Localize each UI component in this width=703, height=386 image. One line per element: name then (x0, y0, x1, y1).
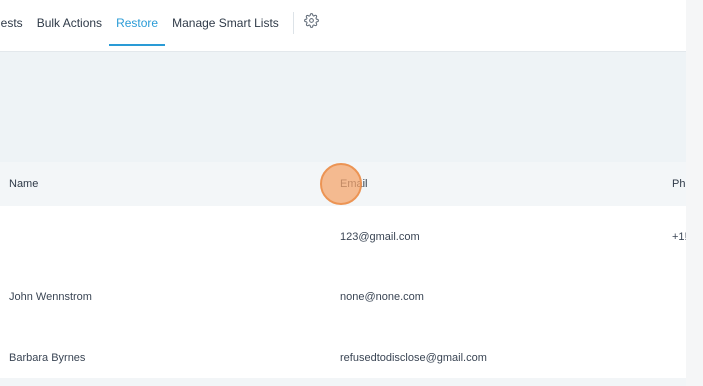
click-highlight (320, 163, 362, 205)
cell-email: refusedtodisclose@gmail.com (340, 352, 487, 364)
tab-restore[interactable]: Restore (109, 0, 166, 46)
tab-divider (292, 11, 294, 34)
table-row[interactable]: 123@gmail.com +1! (0, 206, 688, 267)
cell-name: John Wennstrom (9, 291, 92, 303)
app-window: uests Bulk Actions Restore Manage Smart … (0, 0, 688, 386)
top-tab-bar: uests Bulk Actions Restore Manage Smart … (0, 0, 686, 52)
cell-email: none@none.com (340, 291, 424, 303)
tab-requests[interactable]: uests (0, 0, 30, 46)
tab-manage-smart-lists[interactable]: Manage Smart Lists (165, 0, 286, 46)
gear-icon (303, 13, 319, 33)
column-header-name[interactable]: Name (9, 162, 38, 206)
table-row[interactable]: John Wennstrom none@none.com (0, 267, 686, 328)
filter-panel (0, 52, 686, 162)
scrollbar-track[interactable] (686, 0, 703, 386)
settings-button[interactable] (303, 0, 319, 46)
tab-bulk-actions[interactable]: Bulk Actions (30, 0, 109, 46)
cell-email: 123@gmail.com (340, 231, 420, 243)
column-header-phone[interactable]: Ph (672, 162, 685, 206)
cell-name: Barbara Byrnes (9, 352, 86, 364)
table-row[interactable]: Barbara Byrnes refusedtodisclose@gmail.c… (0, 328, 686, 386)
